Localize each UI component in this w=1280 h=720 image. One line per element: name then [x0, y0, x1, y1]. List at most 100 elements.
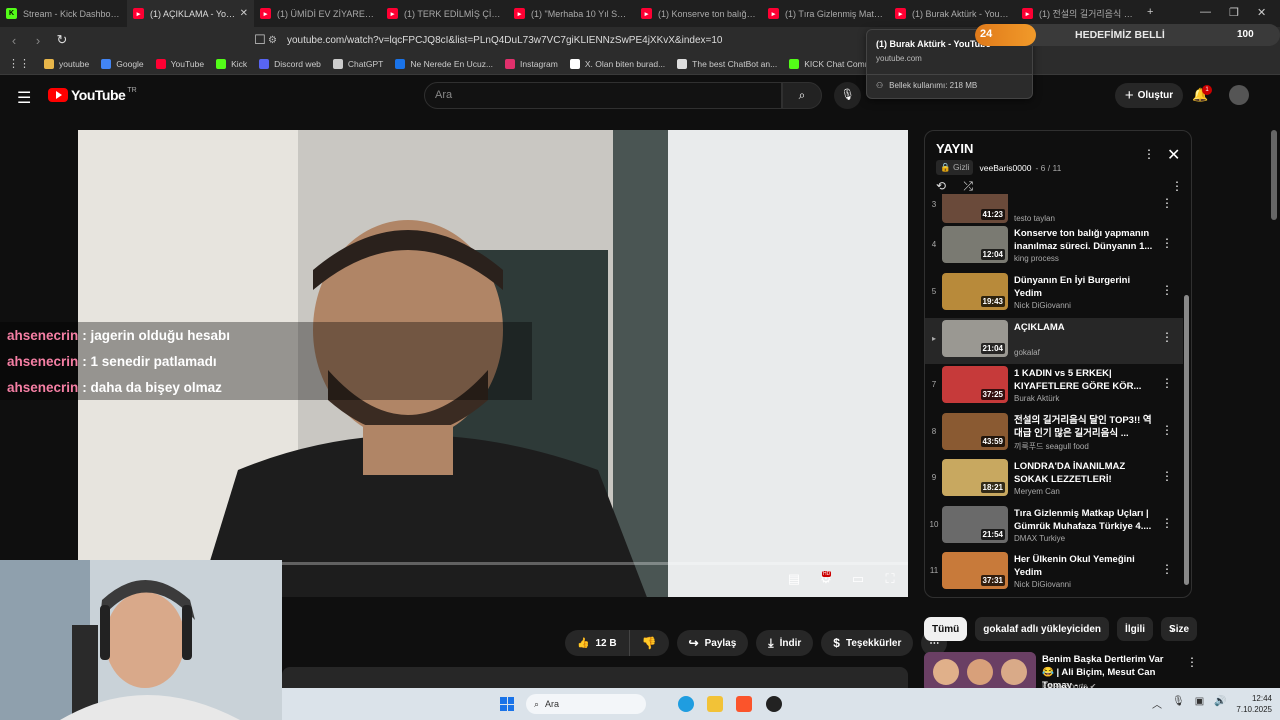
reload-icon[interactable]: ↻: [52, 32, 72, 48]
edge-icon[interactable]: [678, 696, 694, 712]
filter-chip[interactable]: Size: [1161, 617, 1198, 641]
browser-tab[interactable]: ▸ (1) "Merhaba 10 Yıl Sonra": [508, 0, 635, 27]
bookmark-item[interactable]: YouTube: [155, 58, 204, 69]
filter-chip[interactable]: Tümü: [924, 617, 968, 641]
brave-icon[interactable]: [736, 696, 752, 712]
browser-tab[interactable]: ▸ (1) Tıra Gizlenmiş Matkap: [762, 0, 889, 27]
search-input[interactable]: Ara: [424, 82, 782, 109]
playlist-item[interactable]: 4 12:04 Konserve ton balığı yapmanın inanı…: [925, 224, 1183, 270]
playlist-item-channel[interactable]: Burak Aktürk: [1014, 394, 1059, 403]
playlist-item-more-icon[interactable]: ⋮: [1161, 196, 1173, 210]
bookmark-item[interactable]: X. Olan biten burad...: [569, 58, 665, 69]
playlist-item-channel[interactable]: king process: [1014, 254, 1059, 263]
bookmark-item[interactable]: Kick: [216, 58, 247, 69]
close-playlist-icon[interactable]: ✕: [1167, 145, 1180, 165]
playlist-item-channel[interactable]: Nick DiGiovanni: [1014, 301, 1071, 310]
playlist-scrollbar[interactable]: [1184, 205, 1189, 590]
bookmark-item[interactable]: Google: [101, 58, 144, 69]
playlist-thumbnail[interactable]: 19:43: [942, 273, 1008, 310]
taskbar-clock[interactable]: 12:44 7.10.2025: [1232, 693, 1272, 715]
playlist-item-title[interactable]: LONDRA'DA İNANILMAZ SOKAK LEZZETLERİ!: [1014, 460, 1154, 486]
playlist-item-title[interactable]: Dünyanın En İyi Burgerini Yedim: [1014, 274, 1154, 300]
playlist-item[interactable]: ▸ 21:04 AÇIKLAMA gokalaf ⋮: [925, 318, 1183, 364]
playlist-item-more-icon[interactable]: ⋮: [1161, 423, 1173, 437]
page-scrollbar[interactable]: [1271, 130, 1277, 220]
like-button[interactable]: 👍 12 B: [565, 630, 630, 656]
playlist-item-channel[interactable]: 끼룩푸드 seagull food: [1014, 441, 1089, 452]
playlist-item-channel[interactable]: Meryem Can: [1014, 487, 1060, 496]
bookmark-item[interactable]: The best ChatBot an...: [677, 58, 777, 69]
playlist-thumbnail[interactable]: 21:54: [942, 506, 1008, 543]
avatar[interactable]: [1229, 85, 1249, 105]
playlist-item-title[interactable]: 전설의 길거리음식 달인 TOP3!! 역대급 인기 많은 길거리음식 ...: [1014, 414, 1154, 440]
playlist-thumbnail[interactable]: 37:25: [942, 366, 1008, 403]
bookmark-item[interactable]: Instagram: [505, 58, 558, 69]
playlist-item-title[interactable]: Konserve ton balığı yapmanın inanılmaz s…: [1014, 227, 1154, 253]
forward-icon[interactable]: ›: [28, 33, 48, 48]
taskbar-search[interactable]: ⌕ Ara: [526, 694, 646, 714]
playlist-item[interactable]: 9 18:21 LONDRA'DA İNANILMAZ SOKAK LEZZETLE…: [925, 457, 1183, 503]
volume-icon[interactable]: 🔊: [1214, 696, 1226, 711]
chevron-right-icon[interactable]: ›: [1170, 622, 1174, 636]
create-button[interactable]: + Oluştur: [1115, 83, 1183, 108]
fullscreen-icon[interactable]: ⛶: [874, 571, 906, 587]
playlist-item[interactable]: 5 19:43 Dünyanın En İyi Burgerini Yedim Nic…: [925, 271, 1183, 317]
playlist-menu-icon[interactable]: ⋮: [1171, 179, 1183, 193]
playlist-thumbnail[interactable]: 37:31: [942, 552, 1008, 589]
bookmark-item[interactable]: Discord web: [259, 58, 321, 69]
playlist-item-title[interactable]: Tıra Gizlenmiş Matkap Uçları | Gümrük Mu…: [1014, 507, 1154, 533]
playlist-item-more-icon[interactable]: ⋮: [1161, 236, 1173, 250]
filter-chip[interactable]: gokalaf adlı yükleyiciden: [975, 617, 1110, 641]
bookmark-page-icon[interactable]: ☐: [250, 32, 270, 48]
playlist-item-more-icon[interactable]: ⋮: [1161, 516, 1173, 530]
loop-icon[interactable]: ⟲: [936, 179, 946, 193]
playlist-item-more-icon[interactable]: ⋮: [1161, 469, 1173, 483]
playlist-thumbnail[interactable]: 12:04: [942, 226, 1008, 263]
maximize-icon[interactable]: ❐: [1229, 6, 1239, 19]
playlist-item-more-icon[interactable]: ⋮: [1161, 562, 1173, 576]
thanks-button[interactable]: $ Teşekkürler: [821, 630, 914, 656]
playlist-item-more-icon[interactable]: ⋮: [1161, 283, 1173, 297]
shuffle-icon[interactable]: ⤮: [963, 179, 973, 193]
filter-chip[interactable]: İlgili: [1117, 617, 1154, 641]
download-button[interactable]: ⤓ İndir: [756, 630, 814, 656]
file-explorer-icon[interactable]: [707, 696, 723, 712]
playlist-thumbnail[interactable]: 43:59: [942, 413, 1008, 450]
site-info-icon[interactable]: ⚙: [268, 35, 277, 46]
close-tab-icon[interactable]: ✕: [240, 8, 248, 19]
playlist-thumbnail[interactable]: 18:21: [942, 459, 1008, 496]
browser-tab[interactable]: ▸ (1) TERK EDİLMİŞ ÇİNLİ KÖY: [381, 0, 508, 27]
new-tab-button[interactable]: +: [1147, 6, 1153, 18]
share-button[interactable]: ↪ Paylaş: [676, 630, 749, 656]
browser-tab[interactable]: ▸ (1) 전설의 길거리음식 달인: [1016, 0, 1143, 27]
playlist-item-channel[interactable]: gokalaf: [1014, 348, 1040, 357]
start-icon[interactable]: [500, 697, 514, 711]
playlist-item-title[interactable]: Her Ülkenin Okul Yemeğini Yedim: [1014, 553, 1154, 579]
search-button[interactable]: ⌕: [782, 82, 822, 109]
playlist-item[interactable]: 10 21:54 Tıra Gizlenmiş Matkap Uçları | Gü…: [925, 504, 1183, 550]
youtube-logo[interactable]: YouTube TR: [48, 87, 137, 103]
back-icon[interactable]: ‹: [4, 33, 24, 48]
recommended-thumbnail[interactable]: [924, 652, 1036, 692]
recommended-more-icon[interactable]: ⋮: [1186, 655, 1198, 669]
scrollbar-thumb[interactable]: [1184, 295, 1189, 585]
playlist-thumbnail[interactable]: 41:23: [942, 194, 1008, 223]
playlist-item[interactable]: 8 43:59 전설의 길거리음식 달인 TOP3!! 역대급 인기 많은 길거리음…: [925, 411, 1183, 457]
playlist-item[interactable]: 11 37:31 Her Ülkenin Okul Yemeğini Yedim Ni…: [925, 550, 1183, 594]
obs-icon[interactable]: [766, 696, 782, 712]
bookmark-item[interactable]: youtube: [44, 58, 89, 69]
microphone-icon[interactable]: 🎙: [1172, 696, 1185, 711]
playlist-item-title[interactable]: AÇIKLAMA: [1014, 321, 1154, 334]
bookmark-item[interactable]: ChatGPT: [332, 58, 383, 69]
tray-chevron-icon[interactable]: ︿: [1152, 696, 1162, 711]
playlist-item-channel[interactable]: DMAX Turkiye: [1014, 534, 1065, 543]
browser-tab[interactable]: ▸ (1) ÜMİDİ EV ZİYARETİ - YouTube: [254, 0, 381, 27]
close-window-icon[interactable]: ✕: [1257, 6, 1266, 19]
apps-icon[interactable]: ⋮⋮: [8, 57, 30, 70]
playlist-item-channel[interactable]: testo taylan: [1014, 214, 1055, 223]
playlist-item-more-icon[interactable]: ⋮: [1161, 376, 1173, 390]
playlist-item[interactable]: 7 37:25 1 KADIN vs 5 ERKEK| KIYAFETLERE GÖ…: [925, 364, 1183, 410]
bookmark-item[interactable]: Ne Nerede En Ucuz...: [395, 58, 493, 69]
browser-tab[interactable]: ▸ (1) Burak Aktürk - YouTube: [889, 0, 1016, 27]
theater-mode-icon[interactable]: ▭: [842, 571, 874, 587]
